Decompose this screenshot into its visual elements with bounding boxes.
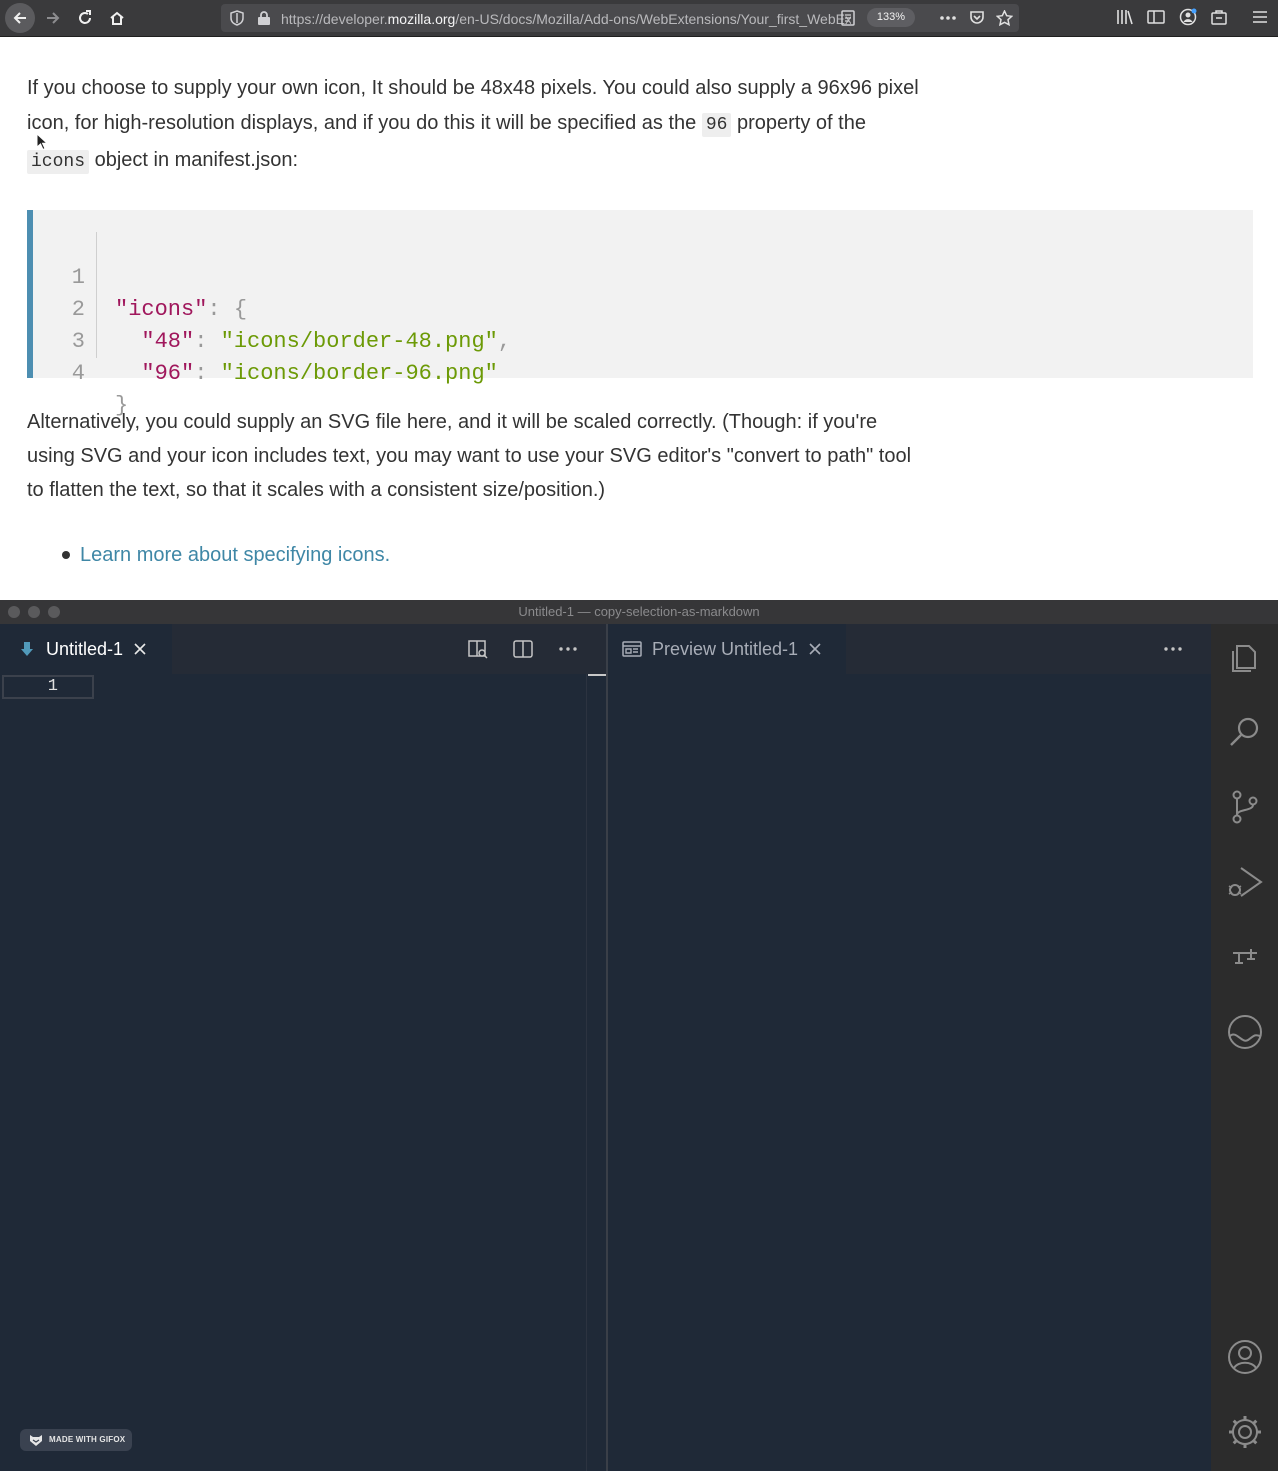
inline-code-icons: icons [27, 150, 90, 174]
svg-paragraph: Alternatively, you could supply an SVG f… [27, 411, 912, 501]
back-button[interactable] [5, 3, 35, 33]
url-path: /en-US/docs/Mozilla/Add-ons/WebExtension… [455, 11, 851, 27]
tab-untitled-1[interactable]: Untitled-1 [0, 624, 172, 674]
run-debug-icon[interactable] [1225, 862, 1265, 902]
bookmark-star-icon[interactable] [996, 10, 1013, 27]
para1-text-b: property of the [731, 112, 866, 134]
markdown-preview-pane[interactable] [608, 674, 1211, 1471]
back-icon [13, 12, 26, 24]
close-icon[interactable] [808, 642, 822, 656]
text-editor[interactable]: 1 [0, 674, 586, 1471]
code-separator: : [194, 361, 221, 386]
line-number: 1 [47, 677, 58, 696]
search-icon[interactable] [1225, 712, 1265, 752]
zoom-window-button[interactable] [48, 606, 60, 618]
gifox-logo-icon [30, 1435, 42, 1446]
code-block: 1 "icons": { 2 "48": "icons/border-48.pn… [27, 210, 1253, 418]
editor-scrollbar[interactable] [586, 674, 607, 1471]
preview-icon [622, 641, 642, 657]
para1-text-c: object in manifest.json: [89, 149, 299, 171]
minimize-window-button[interactable] [28, 606, 40, 618]
code-line: 2 "48": "icons/border-48.png", [33, 262, 1233, 354]
remote-explorer-icon[interactable] [1225, 937, 1265, 977]
browser-toolbar: https://developer.mozilla.org/en-US/docs… [0, 0, 1278, 37]
zoom-level-button[interactable]: 133% [867, 8, 915, 27]
reload-button[interactable] [70, 3, 100, 33]
markdown-file-icon [21, 642, 33, 656]
lock-icon[interactable] [257, 10, 271, 26]
code-line: 4 } [33, 326, 1233, 418]
url-bar[interactable]: https://developer.mozilla.org/en-US/docs… [221, 4, 1019, 32]
url-domain: mozilla.org [387, 11, 456, 27]
watermark-text: MADE WITH GIFOX [49, 1435, 126, 1444]
forward-button[interactable] [38, 3, 68, 33]
account-icon[interactable] [1179, 8, 1197, 26]
source-control-icon[interactable] [1225, 787, 1265, 827]
mouse-pointer-icon [36, 133, 48, 151]
window-title: Untitled-1 — copy-selection-as-markdown [518, 604, 760, 619]
code-line-number: 4 [71, 361, 85, 386]
inline-code-96: 96 [701, 113, 732, 137]
extensions-icon[interactable] [1225, 1012, 1265, 1052]
more-actions-icon[interactable] [1162, 638, 1184, 660]
right-tab-strip: Preview Untitled-1 [608, 624, 1211, 674]
accounts-icon[interactable] [1225, 1337, 1265, 1377]
url-prefix: https://developer. [281, 11, 388, 27]
vscode-window: Untitled-1 — copy-selection-as-markdown … [0, 600, 1278, 1471]
code-key: "96" [115, 361, 195, 386]
open-preview-to-side-icon[interactable] [467, 638, 489, 660]
code-line: 3 "96": "icons/border-96.png" [33, 294, 1233, 386]
tab-label: Preview Untitled-1 [652, 638, 799, 659]
home-icon [110, 11, 124, 25]
left-tab-strip: Untitled-1 [0, 624, 606, 674]
code-string: "icons/border-96.png" [220, 361, 498, 386]
split-editor-icon[interactable] [512, 638, 534, 660]
explorer-icon[interactable] [1225, 638, 1265, 678]
gifox-watermark: MADE WITH GIFOX [20, 1429, 132, 1451]
reader-view-icon[interactable] [841, 10, 855, 26]
menu-icon[interactable] [1252, 8, 1268, 26]
close-icon[interactable] [133, 642, 147, 656]
window-titlebar: Untitled-1 — copy-selection-as-markdown [0, 600, 1278, 624]
close-window-button[interactable] [8, 606, 20, 618]
code-line: 1 "icons": { [33, 230, 1233, 322]
more-actions-icon[interactable] [557, 638, 579, 660]
extension-icon[interactable] [1210, 8, 1228, 26]
library-icon[interactable] [1116, 8, 1134, 26]
tab-preview-untitled-1[interactable]: Preview Untitled-1 [608, 624, 846, 674]
url-text[interactable]: https://developer.mozilla.org/en-US/docs… [281, 10, 851, 28]
tab-label: Untitled-1 [46, 638, 124, 659]
home-button[interactable] [102, 3, 132, 33]
settings-gear-icon[interactable] [1225, 1412, 1265, 1452]
pocket-icon[interactable] [969, 10, 985, 26]
sidebar-icon[interactable] [1147, 8, 1165, 26]
more-icon[interactable] [939, 10, 957, 26]
forward-icon [47, 12, 60, 24]
tracking-shield-icon[interactable] [229, 10, 245, 26]
scrollbar-cursor-marker [588, 674, 607, 676]
list-bullet [62, 551, 70, 559]
article-content: If you choose to supply your own icon, I… [0, 37, 1278, 600]
reload-icon [79, 10, 91, 24]
learn-more-link[interactable]: Learn more about specifying icons. [80, 542, 390, 568]
icon-size-paragraph: If you choose to supply your own icon, I… [27, 71, 927, 180]
activity-bar [1211, 624, 1278, 1471]
